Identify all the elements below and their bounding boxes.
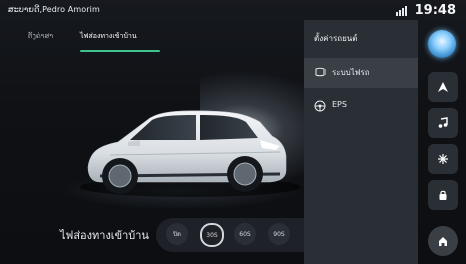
home-icon bbox=[439, 237, 447, 246]
home-light-label: ไฟส่องทางเข้าบ้าน bbox=[60, 229, 149, 242]
settings-item-eps[interactable]: EPS bbox=[304, 92, 418, 122]
settings-item-lighting[interactable]: ระบบไฟรถ bbox=[304, 58, 418, 88]
music-button[interactable] bbox=[428, 108, 458, 138]
right-dock bbox=[420, 20, 466, 264]
fan-icon bbox=[438, 154, 448, 164]
tab-bar: ຕັ້ງຄ່າສາ ไฟส่องทางเข้าบ้าน bbox=[10, 28, 300, 54]
tab-general[interactable]: ຕັ້ງຄ່າສາ bbox=[28, 28, 58, 54]
option-label: ปิด bbox=[173, 231, 181, 238]
settings-panel: ตั้งค่ารถยนต์ ระบบไฟรถ EPS bbox=[304, 20, 418, 264]
home-light-control: ไฟส่องทางเข้าบ้าน ปิด 30S 60S 90S bbox=[60, 218, 352, 252]
home-button[interactable] bbox=[428, 226, 458, 256]
tab-home-light[interactable]: ไฟส่องทางเข้าบ้าน bbox=[80, 28, 160, 54]
status-bar: ສະບາຍດີ,Pedro Amorim 19:48 bbox=[0, 0, 466, 22]
tab-label: ไฟส่องทางเข้าบ้าน bbox=[80, 32, 137, 40]
car-image bbox=[80, 110, 300, 197]
tab-label: ຕັ້ງຄ່າສາ bbox=[28, 32, 54, 40]
headlight-icon bbox=[315, 67, 326, 77]
infotainment-screen: ສະບາຍດີ,Pedro Amorim 19:48 ຕັ້ງຄ່າສາ ไฟส… bbox=[0, 0, 466, 264]
option-60s[interactable]: 60S bbox=[234, 223, 256, 245]
assistant-avatar[interactable] bbox=[428, 30, 456, 58]
navigation-button[interactable] bbox=[428, 72, 458, 102]
lock-icon bbox=[439, 190, 447, 200]
clock: 19:48 bbox=[414, 3, 456, 18]
steering-wheel-icon bbox=[314, 100, 326, 112]
lock-button[interactable] bbox=[428, 180, 458, 210]
user-greeting: ສະບາຍດີ,Pedro Amorim bbox=[8, 5, 100, 14]
option-90s[interactable]: 90S bbox=[268, 223, 290, 245]
fan-button[interactable] bbox=[428, 144, 458, 174]
settings-item-label: EPS bbox=[332, 100, 347, 109]
settings-item-label: ระบบไฟรถ bbox=[332, 68, 370, 77]
option-30s[interactable]: 30S bbox=[200, 223, 224, 247]
panel-title: ตั้งค่ารถยนต์ bbox=[314, 34, 358, 43]
navigation-icon bbox=[438, 82, 448, 92]
option-label: 60S bbox=[239, 230, 251, 238]
signal-icon bbox=[396, 6, 407, 16]
music-icon bbox=[438, 117, 448, 128]
option-label: 30S bbox=[206, 231, 218, 239]
option-label: 90S bbox=[273, 230, 285, 238]
option-off[interactable]: ปิด bbox=[166, 223, 188, 245]
tab-active-indicator bbox=[80, 50, 160, 52]
